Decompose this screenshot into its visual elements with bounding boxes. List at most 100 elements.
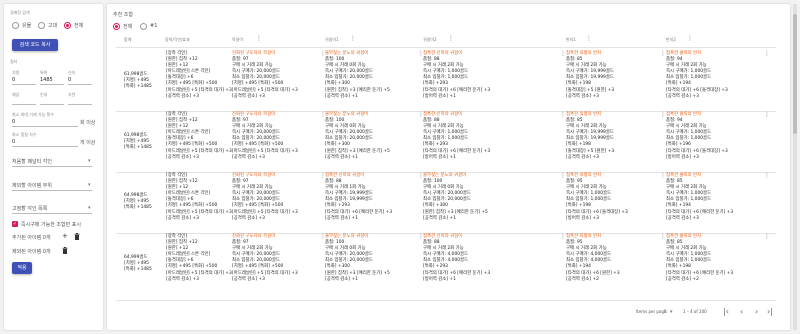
row4-ring2: 점혹한 콜릭의 반지 품질: 85 구매 시 거래 2회 가능 즉시 구매가: 1,0…: [666, 234, 734, 282]
stat-value-swift[interactable]: 0: [68, 77, 71, 83]
row3-ring1: 점혹한 의평의 반지 품질: 95 구매 시 거래 2회 가능 즉시 구매가: 1,0…: [566, 173, 628, 221]
more-vert-icon[interactable]: ⋮: [687, 36, 693, 42]
stat-label-dom: 제압: [12, 92, 20, 97]
col-header-summary[interactable]: 장착/각인/효과: [165, 37, 190, 45]
row3-ring2: 점혹한 콜릭의 반지 품질: 85 구매 시 거래 2회 가능 즉시 구매가: 1,0…: [666, 173, 734, 221]
col-header-total[interactable]: 합계: [124, 37, 131, 45]
row2-necklace: 진화된 구도자의 목걸이 품질: 97 구매 시 거래 2회 가능 즉시 구매가: 2…: [232, 112, 298, 160]
chevron-down-icon[interactable]: ▾: [88, 158, 91, 164]
quality-label: 최소 품질 차수: [12, 132, 37, 137]
stat-value-crit[interactable]: 0: [12, 77, 15, 83]
radio-ancient[interactable]: [38, 22, 45, 29]
row4-earring1: 울부짖는 분노의 귀걸이 품질: 100 구매 시 거래 0회 가능 즉시 구매가: …: [325, 234, 390, 282]
stat-underline-swift: [68, 84, 92, 85]
col-header-earring1[interactable]: 귀걸이1: [325, 37, 339, 45]
last-page-icon[interactable]: ›|: [767, 307, 773, 316]
row1-earring2: 점혹한 신학의 귀걸이 품질: 88 구매 시 거래 2회 가능 즉시 구매가: 1,…: [423, 51, 491, 99]
rows-per-page-label: Items per page:: [636, 309, 668, 314]
row4-ring1: 점혹한 의평의 반지 품질: 95 구매 시 거래 2회 가능 즉시 구매가: 4,0…: [566, 234, 620, 282]
more-vert-icon[interactable]: ⋮: [764, 112, 770, 118]
first-page-icon[interactable]: |‹: [723, 307, 729, 316]
fixed-engraving-select[interactable]: 고정할 각인 목록: [12, 205, 47, 212]
penalty-select-underline: [12, 166, 92, 167]
filter-section-label: 필터: [10, 59, 18, 64]
header-divider: [116, 47, 776, 48]
row3-summary: [장착 각인] [원한] 집착 +12 [원한] +12 [아드레날린] 스톤 각인]…: [166, 173, 232, 221]
radio-all[interactable]: [64, 22, 71, 29]
radio-relic[interactable]: [12, 22, 19, 29]
col-header-ring2[interactable]: 반지2: [666, 37, 676, 45]
row4-summary: [장착 각인] [원한] 집착 +12 [원한] +12 [아드레날린] 스톤 각인]…: [166, 234, 232, 282]
row1-total: 61,998골드 [치명] +495 [특화] +1485: [124, 72, 152, 90]
stat-underline-dom[interactable]: [12, 104, 36, 105]
stat-underline-end[interactable]: [40, 104, 64, 105]
fixed-select-underline: [12, 213, 92, 214]
row3-earring1: 점혹한 신학의 귀걸이 품질: 88 구매 시 거래 1회 가능 즉시 구매가: 19…: [325, 173, 393, 221]
view-radio-all[interactable]: [113, 23, 120, 30]
row1-necklace: 진화된 구도자의 목걸이 품질: 97 구매 시 거래 2회 가능 즉시 구매가: 2…: [232, 51, 298, 99]
filter-panel: 경매장 검색 유물 고대 전체 검색 코드 복사 필터 치명 0 특화 1485…: [4, 4, 103, 330]
rows-per-page-select[interactable]: 5: [664, 309, 667, 314]
more-vert-icon[interactable]: ⋮: [586, 36, 592, 42]
min-usage-suffix: 회 이상: [80, 120, 96, 126]
stat-label-spec: 특화: [40, 70, 48, 75]
view-radio-first-label: #1: [150, 23, 158, 29]
more-vert-icon[interactable]: ⋮: [764, 51, 770, 57]
min-usage-underline: [12, 126, 78, 127]
more-vert-icon[interactable]: ⋮: [350, 36, 356, 42]
row2-summary: [장착 각인] [원한] 집착 +12 [원한] +12 [아드레날린] 스톤 각인]…: [166, 112, 232, 160]
row2-earring1: 울부짖는 분노의 귀걸이 품질: 100 구매 시 거래 0회 가능 즉시 구매가: …: [325, 112, 390, 160]
more-vert-icon[interactable]: ⋮: [764, 173, 770, 179]
col-header-necklace[interactable]: 목걸이: [232, 37, 243, 45]
stat-underline-crit: [12, 84, 36, 85]
more-vert-icon[interactable]: ⋮: [764, 234, 770, 240]
results-title: 추천 조합: [113, 12, 133, 18]
quality-underline: [12, 146, 78, 147]
quality-input[interactable]: 0: [12, 139, 15, 145]
trash-icon[interactable]: [62, 247, 68, 256]
stat-label-crit: 치명: [12, 70, 20, 75]
radio-ancient-label: 고대: [48, 23, 58, 29]
scrollbar-thumb[interactable]: [793, 14, 797, 134]
plus-icon[interactable]: +: [62, 233, 68, 240]
view-radio-all-label: 전체: [123, 24, 133, 30]
col-header-ring1[interactable]: 반지1: [566, 37, 576, 45]
copy-search-code-button[interactable]: 검색 코드 복사: [12, 39, 58, 51]
prev-page-icon[interactable]: ‹: [740, 307, 743, 316]
instant-buy-checkbox[interactable]: ✓: [12, 221, 18, 227]
col-header-earring2[interactable]: 귀걸이2: [423, 37, 437, 45]
row1-summary: [장착 각인] [원한] 집착 +12 [원한] +12 [아드레날린] 스톤 각인]…: [166, 51, 232, 99]
row2-ring2: 점혹한 콜릭의 반지 품질: 94 구매 시 거래 2회 가능 즉시 구매가: 1,0…: [666, 112, 728, 160]
rarity-label: 경매장 검색: [10, 10, 30, 15]
stat-label-end: 인내: [40, 92, 48, 97]
stat-value-spec[interactable]: 1485: [40, 77, 53, 83]
row2-earring2: 점혹한 신학의 귀걸이 품질: 88 구매 시 거래 2회 가능 즉시 구매가: 1,…: [423, 112, 491, 160]
page-range: 1 – 4 of 200: [683, 309, 707, 314]
penalty-engraving-select[interactable]: 처음할 패널티 각인: [12, 158, 52, 165]
more-vert-icon[interactable]: ⋮: [256, 36, 262, 42]
page-scrollbar[interactable]: [793, 4, 797, 330]
chevron-down-icon[interactable]: ▾: [670, 309, 673, 315]
row1-ring2: 점혹한 콜릭의 반지 품질: 94 구매 시 거래 2회 가능 즉시 구매가: 1,0…: [666, 51, 728, 99]
row4-total: 64,999골드 [치명] +495 [특화] +1485: [124, 255, 152, 273]
apply-button[interactable]: 적용: [12, 262, 32, 274]
trash-icon[interactable]: [74, 233, 80, 242]
stat-underline-exp[interactable]: [68, 104, 92, 105]
view-radio-first[interactable]: [140, 23, 147, 30]
row3-earring2: 울부짖는 분노의 귀걸이 품질: 100 구매 시 거래 0회 가능 즉시 구매가: …: [423, 173, 488, 221]
min-usage-input[interactable]: 0: [12, 119, 15, 125]
row3-necklace: 진화된 구도자의 목걸이 품질: 97 구매 시 거래 2회 가능 즉시 구매가: 2…: [232, 173, 298, 221]
excluded-items-label: 제외된 아이템 0개: [12, 249, 51, 255]
stat-label-swift: 신속: [68, 70, 76, 75]
chevron-down-icon[interactable]: ▾: [88, 205, 91, 211]
chevron-down-icon[interactable]: ▾: [88, 182, 91, 188]
more-vert-icon[interactable]: ⋮: [448, 36, 454, 42]
instant-buy-label: 즉시구매 가능한 조합만 표시: [21, 222, 81, 228]
quality-suffix: 개 이상: [80, 140, 96, 146]
excluded-part-select[interactable]: 제외할 아이템 부위: [12, 182, 52, 189]
row4-necklace: 진화된 구도자의 목걸이 품질: 97 구매 시 거래 2회 가능 즉시 구매가: 2…: [232, 234, 298, 282]
footer-divider: [116, 300, 776, 301]
next-page-icon[interactable]: ›: [755, 307, 758, 316]
row2-total: 61,998골드 [치명] +495 [특화] +1485: [124, 133, 152, 151]
radio-relic-label: 유물: [22, 23, 32, 29]
